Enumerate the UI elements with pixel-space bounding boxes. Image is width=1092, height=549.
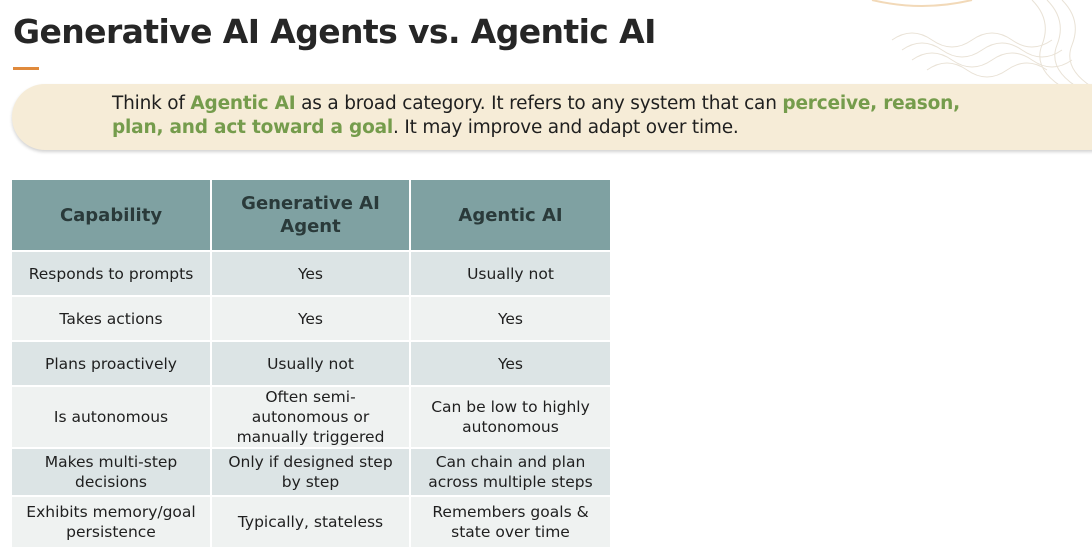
cell-agentic-ai: Remembers goals & state over time	[410, 496, 610, 549]
cell-capability: Makes multi-step decisions	[12, 448, 212, 497]
cell-agentic-ai: Can chain and plan across multiple steps	[410, 448, 610, 497]
table-row: Is autonomous Often semi-autonomous or m…	[12, 386, 610, 449]
callout-highlight-agentic-ai: Agentic AI	[190, 93, 296, 114]
cell-generative-ai-agent: Yes	[211, 296, 411, 342]
title-accent-rule	[13, 67, 39, 70]
cell-agentic-ai: Yes	[410, 341, 610, 387]
comparison-table: Capability Generative AI Agent Agentic A…	[12, 180, 610, 549]
cell-generative-ai-agent: Typically, stateless	[211, 496, 411, 549]
table-row: Plans proactively Usually not Yes	[12, 341, 610, 387]
cell-capability: Plans proactively	[12, 341, 212, 387]
table-header-row: Capability Generative AI Agent Agentic A…	[12, 180, 610, 252]
callout-text-part1: Think of	[112, 93, 191, 114]
header-generative-ai-agent: Generative AI Agent	[211, 180, 411, 252]
cell-generative-ai-agent: Usually not	[211, 341, 411, 387]
cell-agentic-ai: Usually not	[410, 251, 610, 297]
table-row: Makes multi-step decisions Only if desig…	[12, 448, 610, 497]
table-row: Responds to prompts Yes Usually not	[12, 251, 610, 297]
callout-text-part3: . It may improve and adapt over time.	[393, 117, 739, 138]
cell-agentic-ai: Yes	[410, 296, 610, 342]
table-row: Exhibits memory/goal persistence Typical…	[12, 496, 610, 549]
cell-capability: Exhibits memory/goal persistence	[12, 496, 212, 549]
callout-text: Think of Agentic AI as a broad category.…	[112, 92, 1012, 140]
cell-generative-ai-agent: Often semi-autonomous or manually trigge…	[211, 386, 411, 449]
page-title: Generative AI Agents vs. Agentic AI	[13, 12, 656, 51]
callout-text-part2: as a broad category. It refers to any sy…	[295, 93, 783, 114]
cell-capability: Responds to prompts	[12, 251, 212, 297]
cell-capability: Is autonomous	[12, 386, 212, 449]
table-row: Takes actions Yes Yes	[12, 296, 610, 342]
cell-capability: Takes actions	[12, 296, 212, 342]
definition-callout: Think of Agentic AI as a broad category.…	[12, 84, 1092, 150]
cell-generative-ai-agent: Only if designed step by step	[211, 448, 411, 497]
header-agentic-ai: Agentic AI	[410, 180, 610, 252]
header-capability: Capability	[12, 180, 212, 252]
cell-agentic-ai: Can be low to highly autonomous	[410, 386, 610, 449]
cell-generative-ai-agent: Yes	[211, 251, 411, 297]
